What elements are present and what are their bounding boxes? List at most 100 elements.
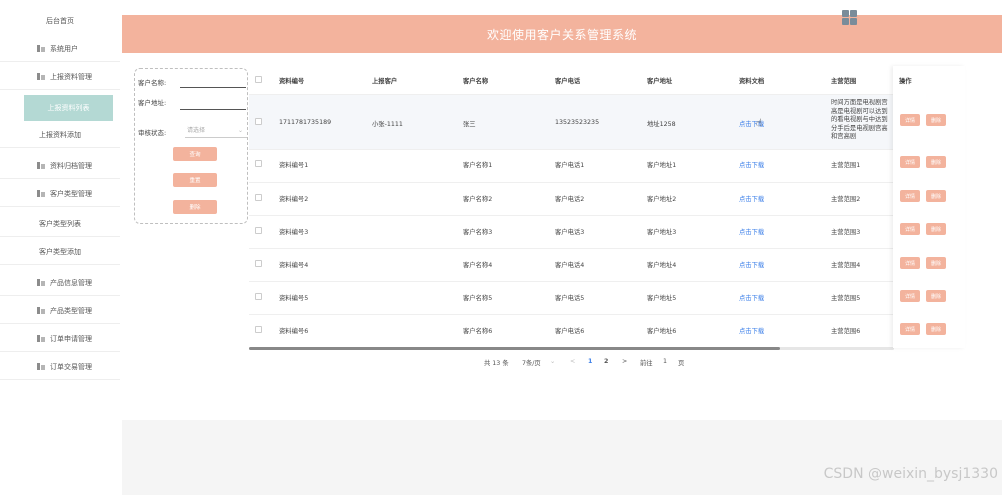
chevron-down-icon: ⌄	[550, 358, 556, 365]
next-page-button[interactable]: >	[622, 358, 627, 365]
page-2-button[interactable]: 2	[604, 358, 608, 365]
detail-button[interactable]: 详情	[900, 156, 920, 168]
page-title: 欢迎使用客户关系管理系统	[486, 27, 637, 42]
column-header: 资料文档	[739, 78, 765, 85]
table-cell: 资料编号6	[279, 328, 309, 335]
search-panel: 客户名称: 客户地址: 审核状态: 请选择 ⌄ 查询 重置 删除	[134, 68, 248, 224]
reset-button[interactable]: 重置	[173, 173, 217, 187]
sidebar-item-product-type-mgmt[interactable]: 产品类型管理	[0, 298, 120, 324]
detail-button[interactable]: 详情	[900, 223, 920, 235]
table-cell: 资料编号3	[279, 229, 309, 236]
table-cell: 主营范围6	[831, 328, 861, 335]
sidebar-item-product-info-mgmt[interactable]: 产品信息管理	[0, 270, 120, 296]
sidebar-item-report-mgmt[interactable]: 上报资料管理	[0, 64, 120, 90]
column-header: 操作	[899, 78, 912, 85]
row-checkbox[interactable]	[255, 194, 262, 201]
detail-button[interactable]: 详情	[900, 114, 920, 126]
row-checkbox[interactable]	[255, 118, 262, 125]
table-cell: 客户地址6	[647, 328, 677, 335]
row-checkbox[interactable]	[255, 293, 262, 300]
row-delete-button[interactable]: 删除	[926, 290, 946, 302]
row-delete-button[interactable]: 删除	[926, 323, 946, 335]
table-cell: 地址1258	[647, 121, 676, 128]
query-button[interactable]: 查询	[173, 147, 217, 161]
row-checkbox[interactable]	[255, 260, 262, 267]
table-cell: 客户电话1	[555, 162, 585, 169]
customer-name-label: 客户名称:	[138, 79, 167, 87]
page-unit-label: 页	[678, 360, 685, 367]
table-cell: 客户名称4	[463, 262, 493, 269]
table-cell: 主营范围3	[831, 229, 861, 236]
column-header: 上报客户	[372, 78, 398, 85]
download-link[interactable]: 点击下载	[739, 260, 764, 269]
prev-page-button[interactable]: <	[570, 358, 575, 365]
customer-address-input[interactable]	[180, 96, 246, 110]
detail-button[interactable]: 详情	[900, 290, 920, 302]
table-cell: 客户名称1	[463, 162, 493, 169]
sidebar-item-home[interactable]: 后台首页	[0, 8, 120, 34]
menu-icon	[37, 190, 45, 197]
table-cell: 资料编号2	[279, 196, 309, 203]
table-cell: 客户地址3	[647, 229, 677, 236]
sidebar-item-archive-mgmt[interactable]: 资料归档管理	[0, 153, 120, 179]
horizontal-scrollbar[interactable]	[249, 347, 894, 350]
sidebar-item-customer-type-mgmt[interactable]: 客户类型管理	[0, 181, 120, 207]
row-checkbox[interactable]	[255, 227, 262, 234]
detail-button[interactable]: 详情	[900, 190, 920, 202]
menu-icon	[37, 45, 45, 52]
detail-button[interactable]: 详情	[900, 257, 920, 269]
table-cell: 资料编号5	[279, 295, 309, 302]
content-footer-area	[122, 420, 1002, 495]
download-link[interactable]: 点击下载	[739, 194, 764, 203]
download-link[interactable]: 点击下载	[739, 227, 764, 236]
customer-address-label: 客户地址:	[138, 99, 167, 107]
review-status-select[interactable]: 请选择 ⌄	[185, 124, 247, 138]
column-header: 客户地址	[647, 78, 673, 85]
table-cell: 13523523235	[555, 119, 600, 126]
sidebar-item-order-trade-mgmt[interactable]: 订单交易管理	[0, 354, 120, 380]
table-cell: 主营范围2	[831, 196, 861, 203]
sidebar-item-report-list[interactable]: 上报资料列表	[24, 95, 113, 121]
menu-icon	[37, 73, 45, 80]
goto-page-input[interactable]: 1	[663, 358, 667, 365]
table-cell: 张三	[463, 121, 476, 128]
sidebar-item-customer-type-add[interactable]: 客户类型添加	[0, 239, 120, 265]
scrollbar-thumb[interactable]	[249, 347, 780, 350]
row-delete-button[interactable]: 删除	[926, 114, 946, 126]
row-checkbox[interactable]	[255, 326, 262, 333]
sidebar-item-system-users[interactable]: 系统用户	[0, 36, 120, 62]
row-delete-button[interactable]: 删除	[926, 257, 946, 269]
app-root: 后台首页 系统用户 上报资料管理 上报资料列表 上报资料添加 资料归档管理 客户…	[0, 0, 1002, 495]
page-size-select[interactable]: 7条/页	[522, 358, 541, 367]
goto-label: 前往	[640, 360, 653, 367]
row-checkbox[interactable]	[255, 160, 262, 167]
download-link[interactable]: 点击下载	[739, 160, 764, 169]
download-link[interactable]: 点击下载	[739, 293, 764, 302]
avatar-icon[interactable]	[842, 10, 857, 25]
watermark: CSDN @weixin_bysj1330	[823, 466, 998, 482]
table-cell: 客户地址4	[647, 262, 677, 269]
table-cell: 主营范围4	[831, 262, 861, 269]
column-header: 资料编号	[279, 78, 305, 85]
row-delete-button[interactable]: 删除	[926, 156, 946, 168]
delete-button[interactable]: 删除	[173, 200, 217, 214]
table-cell: 客户电话4	[555, 262, 585, 269]
sidebar-item-order-apply-mgmt[interactable]: 订单申请管理	[0, 326, 120, 352]
table-cell: 小张-1111	[372, 121, 403, 128]
row-delete-button[interactable]: 删除	[926, 223, 946, 235]
detail-button[interactable]: 详情	[900, 323, 920, 335]
table-cell: 主营范围5	[831, 295, 861, 302]
page-1-button[interactable]: 1	[588, 358, 592, 365]
download-link[interactable]: 点击下载	[739, 326, 764, 335]
menu-icon	[37, 363, 45, 370]
select-all-checkbox[interactable]	[255, 76, 262, 83]
table-cell: 客户地址5	[647, 295, 677, 302]
operations-column: 操作 详情 删除 详情 删除 详情 删除 详情 删除 详情 删除 详情 删除 详…	[893, 66, 965, 348]
sidebar-item-customer-type-list[interactable]: 客户类型列表	[0, 211, 120, 237]
column-header: 主营范围	[831, 78, 857, 85]
row-delete-button[interactable]: 删除	[926, 190, 946, 202]
sidebar-item-report-add[interactable]: 上报资料添加	[0, 122, 120, 148]
customer-name-input[interactable]	[180, 74, 246, 88]
table-cell: 客户电话6	[555, 328, 585, 335]
data-table: 资料编号 上报客户 客户名称 客户电话 客户地址 资料文档 主营范围 17117…	[249, 66, 894, 350]
